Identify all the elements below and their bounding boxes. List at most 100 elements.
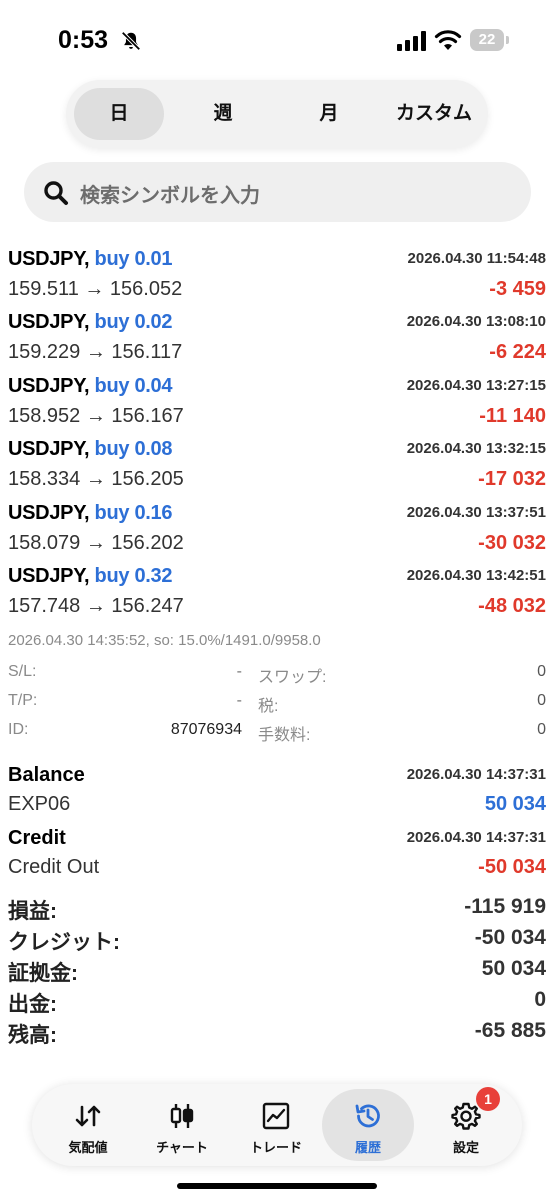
sl-label: S/L: (8, 663, 37, 680)
battery-tip (506, 36, 509, 44)
deal-time: 2026.04.30 13:27:15 (406, 376, 546, 394)
period-selector: 日 週 月 カスタム (66, 80, 488, 148)
status-time: 0:53 (58, 26, 109, 54)
symbol-search-input[interactable]: 検索シンボルを入力 (24, 162, 531, 222)
deal-row[interactable]: USDJPY, buy 0.04 2026.04.30 13:27:15 158… (0, 371, 554, 434)
deal-row[interactable]: USDJPY, buy 0.01 2026.04.30 11:54:48 159… (0, 244, 554, 307)
deal-prices: 157.748 → 156.247 (8, 594, 184, 617)
operation-row[interactable]: Balance 2026.04.30 14:37:31 EXP06 50 034 (0, 760, 554, 823)
deal-row[interactable]: USDJPY, buy 0.02 2026.04.30 13:08:10 159… (0, 307, 554, 370)
deal-row[interactable]: USDJPY, buy 0.08 2026.04.30 13:32:15 158… (0, 434, 554, 497)
period-day-tab[interactable]: 日 (74, 88, 164, 140)
swap-value: 0 (537, 663, 546, 680)
deal-prices: 158.079 → 156.202 (8, 531, 184, 554)
nav-trade[interactable]: トレード (230, 1089, 322, 1161)
deal-symbol: USDJPY, (8, 311, 90, 334)
deal-symbol-line: USDJPY, buy 0.04 (8, 375, 172, 398)
period-custom-tab[interactable]: カスタム (382, 88, 486, 140)
sl-value: - (236, 663, 242, 680)
operation-amount: 50 034 (484, 793, 546, 815)
deal-side: buy 0.01 (94, 248, 173, 270)
operation-type: Balance (8, 764, 85, 786)
deal-symbol: USDJPY, (8, 501, 90, 524)
swap-label: スワップ: (258, 669, 327, 686)
deal-symbol-line: USDJPY, buy 0.01 (8, 248, 172, 271)
nav-chart-label: チャート (156, 1140, 208, 1155)
nav-settings-label: 設定 (452, 1140, 479, 1155)
credit-value: -50 034 (474, 926, 546, 949)
deal-time: 2026.04.30 11:54:48 (407, 250, 546, 267)
deal-side: buy 0.04 (94, 374, 173, 397)
deal-detail-header: 2026.04.30 14:35:52, so: 15.0%/1491.0/99… (8, 632, 321, 649)
deal-prices: 159.511 → 156.052 (8, 278, 183, 300)
deal-row[interactable]: USDJPY, buy 0.16 2026.04.30 13:37:51 158… (0, 498, 554, 561)
nav-settings[interactable]: 1 設定 (420, 1087, 512, 1161)
deal-profit: -30 032 (478, 531, 546, 554)
operation-comment: EXP06 (8, 793, 71, 815)
deal-time: 2026.04.30 13:32:15 (406, 440, 546, 458)
deal-profit: -17 032 (478, 468, 546, 491)
history-summary: 損益: -115 919 クレジット: -50 034 証拠金: 50 034 … (0, 893, 554, 1048)
deal-profit: -6 224 (489, 341, 546, 364)
nav-history-label: 履歴 (354, 1140, 381, 1155)
deal-symbol: USDJPY, (8, 564, 90, 587)
operation-amount: -50 034 (478, 856, 546, 878)
summary-row: 損益: -115 919 (0, 893, 554, 924)
deal-profit: -11 140 (479, 404, 546, 427)
profit-value: -115 919 (464, 895, 546, 918)
detail-row: T/P: - 税: 0 (8, 689, 548, 718)
operation-comment: Credit Out (8, 856, 100, 878)
deal-symbol: USDJPY, (8, 374, 90, 397)
battery-icon: 22 (470, 29, 510, 51)
bottom-nav: 気配値 チャート トレード 履歴 1 設定 (32, 1084, 522, 1166)
withdrawal-value: 0 (534, 988, 546, 1011)
tax-value: 0 (537, 692, 546, 709)
deposit-label: 証拠金: (8, 962, 78, 985)
deal-symbol: USDJPY, (8, 438, 90, 461)
period-week-tab[interactable]: 週 (178, 88, 268, 140)
balance-value: -65 885 (474, 1019, 546, 1042)
summary-row: クレジット: -50 034 (0, 924, 554, 955)
commission-label: 手数料: (258, 727, 311, 744)
deal-symbol-line: USDJPY, buy 0.02 (8, 311, 172, 334)
gear-icon (451, 1102, 481, 1130)
search-icon (44, 181, 68, 205)
deal-profit: -48 032 (478, 594, 546, 617)
history-clock-icon (355, 1104, 380, 1128)
operation-time: 2026.04.30 14:37:31 (406, 766, 546, 783)
tax-label: 税: (258, 698, 279, 715)
candlestick-chart-icon (170, 1104, 194, 1128)
wifi-icon (434, 30, 462, 50)
operation-type: Credit (8, 827, 66, 849)
deal-side: buy 0.16 (94, 501, 173, 524)
home-indicator (177, 1183, 377, 1189)
detail-row: ID: 87076934 手数料: 0 (8, 718, 548, 747)
deal-row-expanded[interactable]: USDJPY, buy 0.32 2026.04.30 13:42:51 157… (0, 561, 554, 624)
nav-trade-label: トレード (249, 1140, 302, 1155)
deposit-value: 50 034 (481, 957, 546, 980)
deal-prices: 158.952 → 156.167 (8, 404, 184, 427)
id-label: ID: (8, 721, 29, 738)
withdrawal-label: 出金: (8, 993, 57, 1016)
deal-side: buy 0.32 (94, 564, 173, 587)
profit-label: 損益: (8, 900, 57, 923)
deal-time: 2026.04.30 13:42:51 (406, 566, 546, 584)
status-bar: 0:53 22 (0, 0, 554, 80)
trade-line-chart-icon (262, 1102, 290, 1130)
nav-chart[interactable]: チャート (136, 1089, 228, 1161)
operation-time: 2026.04.30 14:37:31 (406, 829, 546, 846)
deal-detail-grid: S/L: - スワップ: 0 T/P: - 税: 0 ID: 87076934 … (8, 660, 548, 747)
deal-side: buy 0.02 (94, 311, 173, 334)
operation-row[interactable]: Credit 2026.04.30 14:37:31 Credit Out -5… (0, 823, 554, 886)
deal-symbol-line: USDJPY, buy 0.08 (8, 438, 172, 461)
period-month-tab[interactable]: 月 (284, 88, 374, 140)
balance-label: 残高: (8, 1024, 57, 1047)
search-placeholder: 検索シンボルを入力 (80, 185, 260, 207)
id-value: 87076934 (170, 721, 242, 738)
deal-symbol-line: USDJPY, buy 0.16 (8, 502, 172, 525)
nav-history[interactable]: 履歴 (322, 1089, 414, 1161)
tp-value: - (236, 692, 242, 709)
nav-quotes[interactable]: 気配値 (42, 1089, 134, 1161)
deal-time: 2026.04.30 13:08:10 (406, 313, 546, 331)
deal-time: 2026.04.30 13:37:51 (406, 503, 546, 521)
